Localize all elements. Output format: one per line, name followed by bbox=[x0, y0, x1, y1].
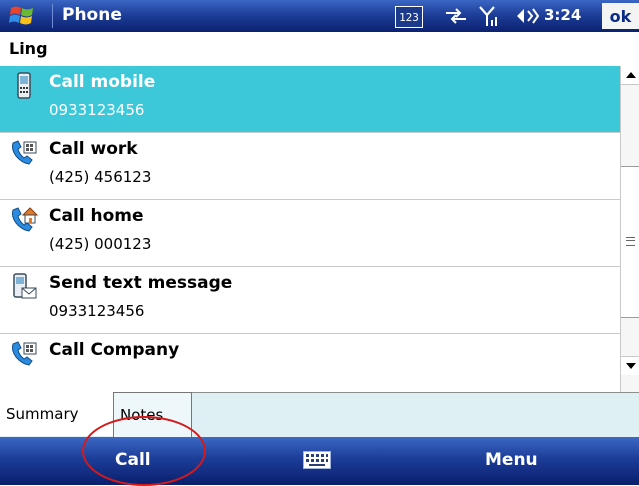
annotation-circle bbox=[82, 416, 206, 486]
grip-icon bbox=[626, 237, 635, 246]
item-value: (425) 000123 bbox=[49, 235, 152, 253]
caret-down-icon bbox=[625, 363, 636, 369]
title-separator bbox=[52, 4, 53, 28]
item-value: 0933123456 bbox=[49, 101, 145, 119]
keyboard-icon[interactable] bbox=[303, 451, 331, 469]
scroll-up-arrow[interactable] bbox=[621, 66, 639, 85]
item-label: Call home bbox=[49, 206, 144, 226]
ok-button[interactable]: ok bbox=[602, 3, 639, 29]
item-label: Call Company bbox=[49, 340, 180, 360]
sms-icon bbox=[13, 273, 37, 299]
title-bar: Phone 123 3:24 ok bbox=[0, 0, 639, 32]
contact-actions-list: Call mobile 0933123456 Call work (425) 4… bbox=[0, 66, 620, 392]
sync-arrows-icon[interactable] bbox=[444, 8, 468, 24]
tab-label: Summary bbox=[6, 405, 79, 423]
list-item-call-mobile[interactable]: Call mobile 0933123456 bbox=[0, 66, 620, 133]
company-phone-icon bbox=[11, 341, 37, 366]
item-label: Call work bbox=[49, 139, 138, 159]
speaker-volume-icon[interactable] bbox=[514, 7, 540, 25]
work-phone-icon bbox=[11, 140, 37, 165]
contact-name: Ling bbox=[9, 39, 48, 58]
home-phone-icon bbox=[11, 207, 38, 232]
scrollbar[interactable] bbox=[620, 66, 639, 392]
item-label: Call mobile bbox=[49, 72, 156, 92]
mobile-phone-icon bbox=[17, 72, 31, 99]
input-123-icon[interactable]: 123 bbox=[395, 6, 423, 28]
scrollbar-thumb[interactable] bbox=[621, 166, 639, 318]
clock[interactable]: 3:24 bbox=[544, 6, 581, 24]
menu-softkey[interactable]: Menu bbox=[485, 450, 538, 470]
item-value: 0933123456 bbox=[49, 302, 145, 320]
signal-strength-icon[interactable] bbox=[479, 5, 501, 27]
list-item-call-home[interactable]: Call home (425) 000123 bbox=[0, 200, 620, 267]
list-item-call-company[interactable]: Call Company bbox=[0, 334, 620, 392]
contact-header: Ling bbox=[0, 32, 620, 67]
scroll-down-arrow[interactable] bbox=[621, 356, 639, 375]
app-title: Phone bbox=[62, 5, 122, 25]
item-label: Send text message bbox=[49, 273, 233, 293]
list-item-send-text[interactable]: Send text message 0933123456 bbox=[0, 267, 620, 334]
start-menu-icon[interactable] bbox=[8, 2, 36, 30]
list-item-call-work[interactable]: Call work (425) 456123 bbox=[0, 133, 620, 200]
item-value: (425) 456123 bbox=[49, 168, 152, 186]
caret-up-icon bbox=[625, 72, 636, 78]
